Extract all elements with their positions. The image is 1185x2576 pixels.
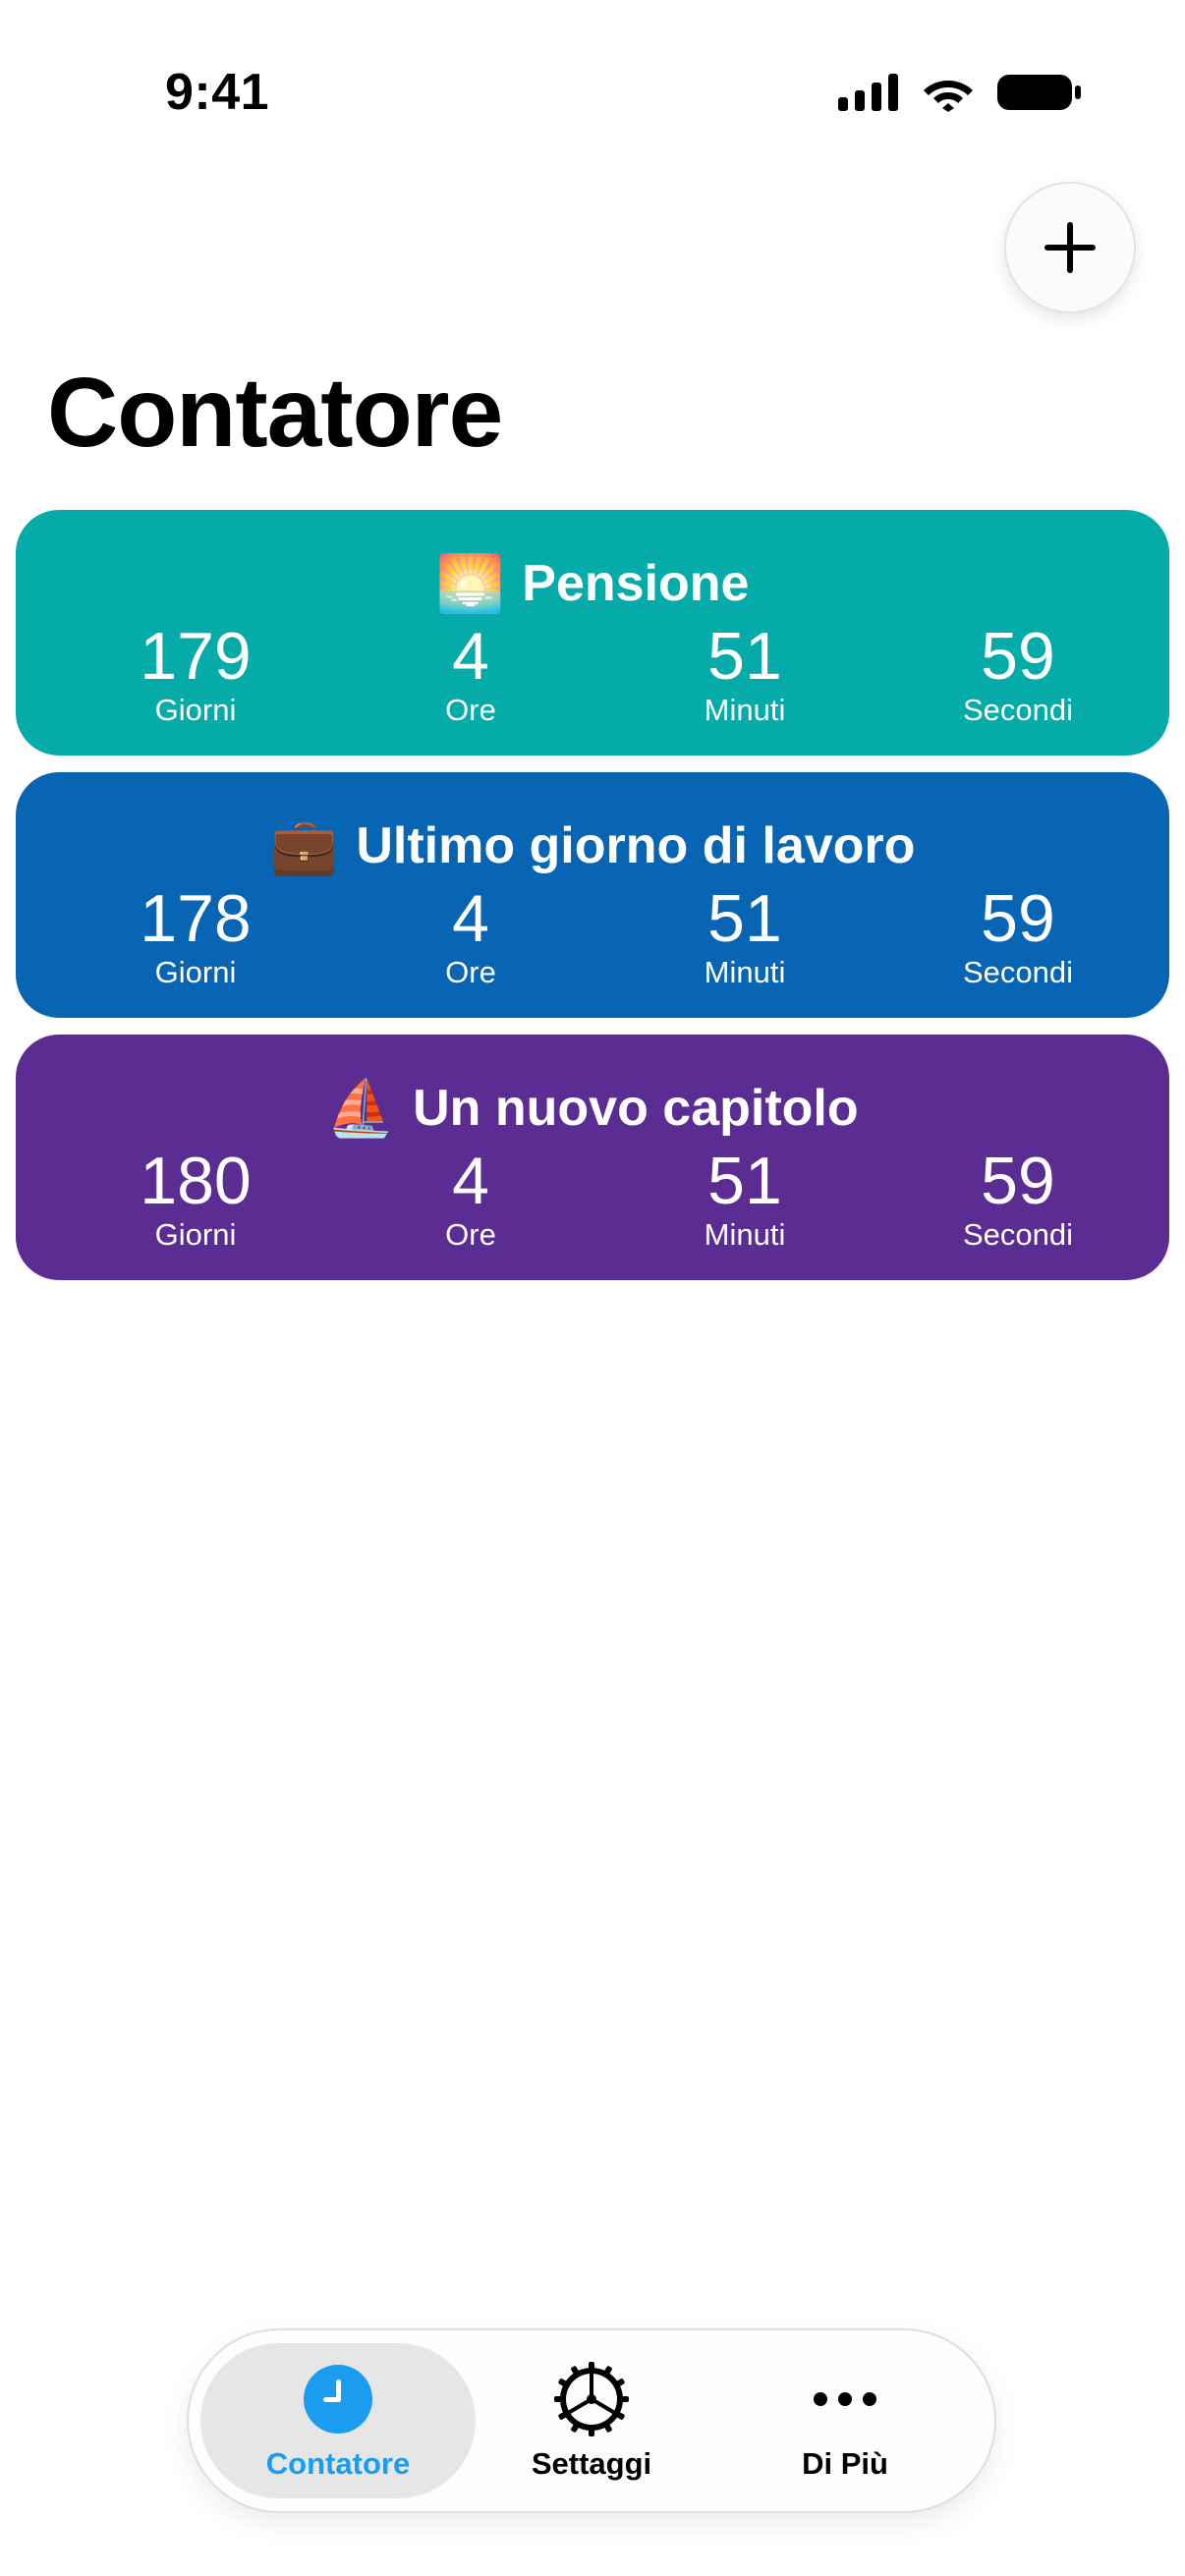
minutes-unit: 51 Minuti bbox=[627, 1143, 863, 1253]
cellular-signal-icon bbox=[838, 74, 898, 111]
counter-card-pensione[interactable]: 🌅 Pensione 179 Giorni 4 Ore 51 Minuti 59… bbox=[16, 510, 1169, 756]
days-label: Giorni bbox=[154, 1217, 237, 1252]
tab-settaggi[interactable]: Settaggi bbox=[464, 2360, 719, 2482]
days-label: Giorni bbox=[154, 693, 237, 727]
seconds-value: 59 bbox=[981, 881, 1055, 956]
minutes-label: Minuti bbox=[704, 693, 786, 727]
add-counter-button[interactable] bbox=[1004, 182, 1136, 313]
days-value: 180 bbox=[140, 1144, 252, 1218]
hours-value: 4 bbox=[452, 881, 489, 956]
status-icons bbox=[838, 73, 1082, 112]
minutes-value: 51 bbox=[707, 1144, 782, 1218]
counter-title-text: Un nuovo capitolo bbox=[413, 1080, 859, 1137]
more-icon bbox=[814, 2392, 876, 2406]
minutes-unit: 51 Minuti bbox=[627, 880, 863, 990]
days-value: 178 bbox=[140, 881, 252, 956]
minutes-label: Minuti bbox=[704, 955, 786, 989]
tab-label: Settaggi bbox=[531, 2446, 652, 2481]
seconds-value: 59 bbox=[981, 619, 1055, 694]
tab-label: Di Più bbox=[802, 2446, 888, 2481]
counter-title-text: Ultimo giorno di lavoro bbox=[356, 817, 916, 874]
sunrise-icon: 🌅 bbox=[435, 552, 505, 614]
wifi-icon bbox=[924, 81, 973, 112]
seconds-unit: 59 Secondi bbox=[900, 618, 1136, 728]
tab-bar: Contatore Settaggi Di Più bbox=[187, 2328, 996, 2513]
clock-icon bbox=[304, 2365, 372, 2434]
days-unit: 178 Giorni bbox=[78, 880, 313, 990]
sailboat-icon: ⛵ bbox=[326, 1077, 396, 1139]
days-unit: 180 Giorni bbox=[78, 1143, 313, 1253]
days-value: 179 bbox=[140, 619, 252, 694]
seconds-label: Secondi bbox=[962, 693, 1074, 727]
hours-value: 4 bbox=[452, 619, 489, 694]
seconds-unit: 59 Secondi bbox=[900, 880, 1136, 990]
minutes-value: 51 bbox=[707, 881, 782, 956]
minutes-value: 51 bbox=[707, 619, 782, 694]
counter-title: 💼 Ultimo giorno di lavoro bbox=[16, 810, 1169, 882]
counter-card-ultimo-giorno[interactable]: 💼 Ultimo giorno di lavoro 178 Giorni 4 O… bbox=[16, 772, 1169, 1018]
hours-value: 4 bbox=[452, 1144, 489, 1218]
hours-label: Ore bbox=[445, 693, 496, 727]
status-bar: 9:41 bbox=[0, 0, 1185, 187]
hours-unit: 4 Ore bbox=[353, 618, 589, 728]
hours-label: Ore bbox=[445, 1217, 496, 1252]
days-unit: 179 Giorni bbox=[78, 618, 313, 728]
hours-unit: 4 Ore bbox=[353, 1143, 589, 1253]
counter-title: 🌅 Pensione bbox=[16, 547, 1169, 620]
minutes-unit: 51 Minuti bbox=[627, 618, 863, 728]
status-time: 9:41 bbox=[165, 64, 270, 121]
gear-icon bbox=[554, 2362, 629, 2436]
hours-label: Ore bbox=[445, 955, 496, 989]
seconds-unit: 59 Secondi bbox=[900, 1143, 1136, 1253]
tab-label: Contatore bbox=[265, 2446, 411, 2481]
hours-unit: 4 Ore bbox=[353, 880, 589, 990]
plus-icon bbox=[1044, 222, 1096, 273]
seconds-label: Secondi bbox=[962, 1217, 1074, 1252]
counter-card-nuovo-capitolo[interactable]: ⛵ Un nuovo capitolo 180 Giorni 4 Ore 51 … bbox=[16, 1035, 1169, 1280]
page-title: Contatore bbox=[47, 358, 503, 468]
minutes-label: Minuti bbox=[704, 1217, 786, 1252]
seconds-label: Secondi bbox=[962, 955, 1074, 989]
seconds-value: 59 bbox=[981, 1144, 1055, 1218]
tab-di-piu[interactable]: Di Più bbox=[717, 2360, 973, 2482]
battery-icon bbox=[997, 75, 1081, 110]
briefcase-icon: 💼 bbox=[269, 814, 339, 876]
tab-contatore[interactable]: Contatore bbox=[210, 2360, 466, 2482]
counter-title-text: Pensione bbox=[522, 555, 750, 612]
counter-title: ⛵ Un nuovo capitolo bbox=[16, 1072, 1169, 1145]
days-label: Giorni bbox=[154, 955, 237, 989]
